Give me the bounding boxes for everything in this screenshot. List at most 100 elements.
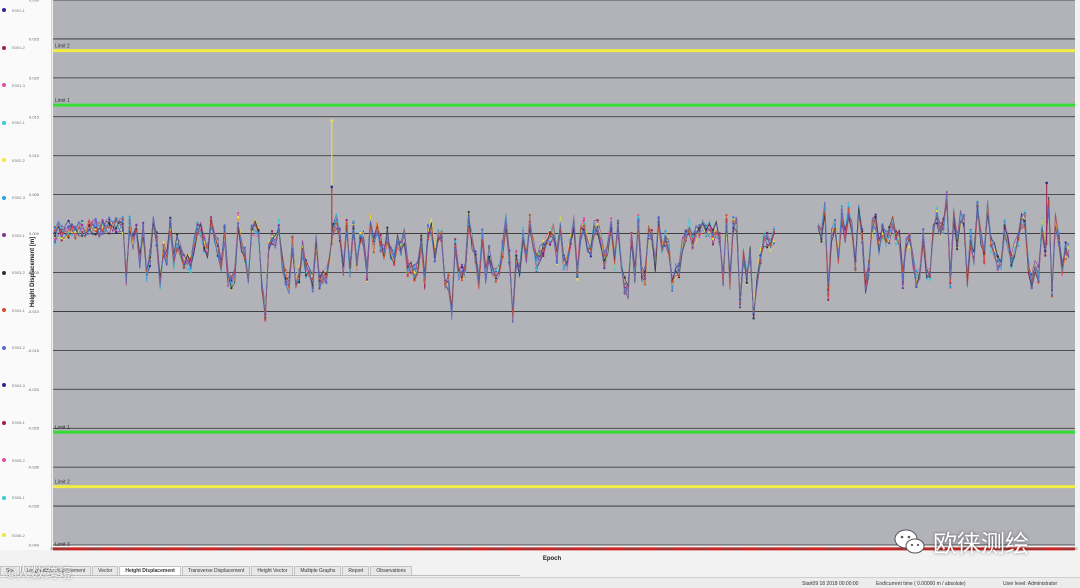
series-point (671, 289, 674, 292)
series-point (820, 240, 823, 243)
series-point (216, 237, 219, 240)
series-point (942, 231, 945, 235)
series-point (1037, 279, 1040, 282)
series-point (989, 243, 993, 246)
tab-multiple-graphs[interactable]: Multiple Graphs (294, 566, 342, 575)
tab-longitudinal-displacement[interactable]: Longitudinal Displacement (20, 566, 92, 575)
series-point (1044, 247, 1047, 250)
tab-vector[interactable]: Vector (92, 566, 119, 575)
y-tick-label: -0.040 (28, 543, 40, 548)
series-point (460, 263, 464, 266)
series-point (175, 235, 179, 238)
tab-report[interactable]: Report (342, 566, 370, 575)
series-point (589, 255, 592, 258)
series-point (894, 243, 898, 246)
series-point (203, 235, 206, 238)
series-point (175, 247, 179, 250)
x-tick-label: 08/19/2019 (825, 547, 842, 551)
series-point (745, 275, 748, 278)
series-point (996, 255, 999, 258)
series-point (277, 224, 280, 227)
series-point (81, 223, 84, 226)
tab-height-vector[interactable]: Height Vector (251, 566, 294, 575)
series-point (372, 251, 375, 254)
series-point (1003, 224, 1006, 227)
y-tick-label: -0.010 (28, 309, 40, 314)
series-point (766, 243, 769, 246)
series-point (1044, 249, 1047, 252)
tab-sta[interactable]: Sta (0, 566, 20, 575)
series-point (576, 274, 579, 277)
series-point (196, 223, 199, 226)
series-point (725, 214, 728, 217)
series-point (114, 217, 118, 220)
series-point (664, 230, 667, 233)
series-point (745, 281, 748, 285)
series-point (108, 222, 111, 225)
series-point (718, 238, 721, 242)
series-point (264, 311, 267, 315)
series-point (53, 240, 57, 243)
series-point (304, 274, 308, 277)
series-point (494, 275, 497, 279)
series-point (596, 231, 599, 234)
series-point (182, 266, 185, 269)
series-point (318, 283, 321, 286)
series-point (372, 239, 375, 242)
series-point (711, 243, 715, 246)
series-point (447, 273, 450, 276)
y-tick-label: -0.020 (28, 387, 40, 392)
series-point (935, 209, 938, 212)
series-point (155, 243, 158, 246)
series-point (284, 269, 287, 272)
series-point (330, 119, 334, 122)
series-point (250, 225, 253, 228)
series-point (257, 231, 260, 235)
series-point (888, 229, 891, 233)
series-point (738, 302, 742, 305)
series-point (142, 221, 145, 224)
series-point (698, 226, 701, 229)
series-point (549, 241, 552, 244)
series-point (94, 218, 97, 221)
series-point (406, 275, 409, 278)
y-tick-label: 0.025 (29, 36, 40, 41)
series-point (487, 244, 491, 248)
series-point (542, 239, 545, 242)
series-point (718, 235, 721, 238)
series-point (114, 227, 118, 230)
x-tick-label: 01/19/2019 (589, 547, 606, 551)
series-point (955, 248, 959, 251)
series-point (725, 222, 728, 226)
series-point (474, 259, 477, 262)
x-tick-label: 12/19/2018 (556, 547, 573, 551)
series-point (460, 270, 464, 273)
series-point (74, 227, 77, 230)
series-point (562, 256, 565, 259)
series-point (501, 241, 504, 244)
series-point (209, 226, 213, 230)
series-point (677, 270, 681, 273)
series-point (1030, 287, 1033, 290)
series-point (87, 232, 91, 235)
series-point (128, 215, 131, 218)
series-point (942, 228, 945, 231)
series-point (60, 232, 63, 235)
series-point (847, 214, 850, 217)
series-point (630, 232, 633, 235)
series-point (549, 243, 552, 246)
series-point (501, 255, 504, 258)
series-point (827, 281, 830, 284)
series-point (603, 254, 606, 257)
height-displacement-chart[interactable]: 0.0300.0250.0200.0150.0100.0050.000-0.00… (0, 0, 1080, 566)
series-point (996, 268, 999, 272)
tab-observations[interactable]: Observations (370, 566, 412, 575)
series-point (542, 248, 545, 251)
series-point (955, 235, 959, 238)
series-point (1050, 295, 1054, 298)
series-point (196, 221, 199, 224)
series-point (833, 218, 837, 221)
series-point (67, 224, 70, 228)
tab-transverse-displacement[interactable]: Transverse Displacement (181, 566, 251, 575)
tab-height-displacement[interactable]: Height Displacement (119, 566, 181, 575)
